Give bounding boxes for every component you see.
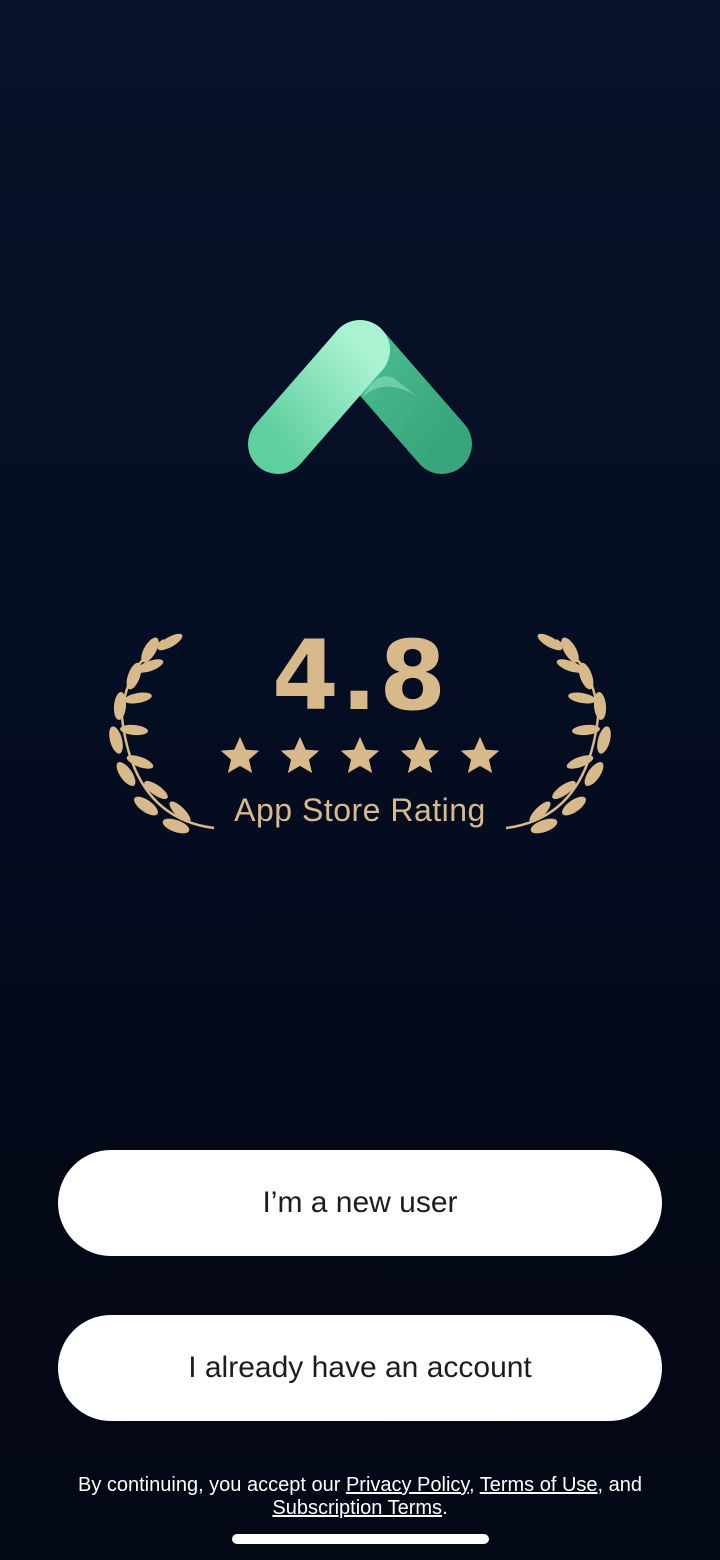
star-icon — [460, 736, 500, 774]
app-logo-icon — [248, 320, 472, 474]
rating-stars — [100, 734, 620, 778]
rating-label: App Store Rating — [234, 792, 486, 828]
star-icon — [220, 736, 260, 774]
new-user-button[interactable]: I’m a new user — [58, 1150, 662, 1256]
subscription-terms-link[interactable]: Subscription Terms — [272, 1497, 442, 1519]
privacy-policy-link[interactable]: Privacy Policy — [346, 1474, 469, 1496]
star-icon — [280, 736, 320, 774]
terms-of-use-link[interactable]: Terms of Use — [480, 1474, 598, 1496]
star-icon — [340, 736, 380, 774]
legal-suffix: . — [442, 1497, 448, 1519]
existing-account-button[interactable]: I already have an account — [58, 1315, 662, 1421]
legal-notice: By continuing, you accept our Privacy Po… — [30, 1474, 690, 1520]
legal-prefix: By continuing, you accept our — [77, 1474, 346, 1496]
app-store-rating: 4.8 App Store Rating — [100, 620, 620, 850]
legal-separator: , — [468, 1474, 480, 1496]
home-indicator[interactable] — [232, 1534, 489, 1544]
rating-value: 4.8 — [271, 620, 449, 732]
star-icon — [400, 736, 440, 774]
legal-separator: , and — [597, 1474, 642, 1496]
